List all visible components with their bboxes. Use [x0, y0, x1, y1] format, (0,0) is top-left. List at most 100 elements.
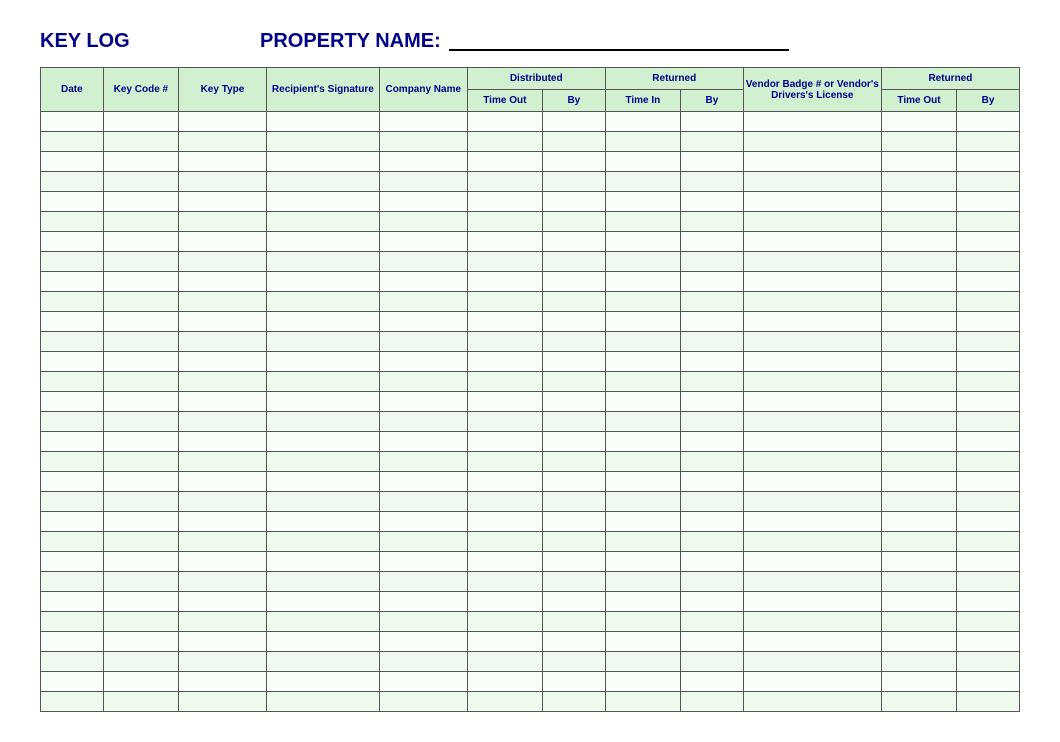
table-cell: [266, 392, 379, 412]
table-cell: [681, 472, 744, 492]
table-cell: [881, 692, 956, 712]
table-row: [41, 572, 1020, 592]
table-cell: [957, 152, 1020, 172]
table-cell: [957, 632, 1020, 652]
table-cell: [179, 352, 267, 372]
key-log-table: Date Key Code # Key Type Recipient's Sig…: [40, 67, 1020, 712]
table-cell: [542, 272, 605, 292]
table-cell: [467, 532, 542, 552]
table-cell: [881, 652, 956, 672]
table-cell: [103, 212, 178, 232]
table-cell: [179, 652, 267, 672]
table-cell: [266, 412, 379, 432]
table-cell: [266, 192, 379, 212]
table-cell: [41, 292, 104, 312]
table-cell: [681, 192, 744, 212]
table-row: [41, 112, 1020, 132]
table-cell: [467, 372, 542, 392]
table-cell: [743, 492, 881, 512]
table-cell: [103, 532, 178, 552]
table-cell: [881, 232, 956, 252]
table-cell: [379, 392, 467, 412]
table-cell: [605, 412, 680, 432]
table-cell: [379, 612, 467, 632]
table-cell: [743, 192, 881, 212]
table-cell: [41, 412, 104, 432]
table-cell: [957, 192, 1020, 212]
table-cell: [743, 532, 881, 552]
table-cell: [179, 252, 267, 272]
table-cell: [542, 392, 605, 412]
table-cell: [266, 112, 379, 132]
col-ret2: Returned: [881, 68, 1019, 90]
table-cell: [542, 552, 605, 572]
table-cell: [605, 632, 680, 652]
table-cell: [379, 652, 467, 672]
table-cell: [41, 572, 104, 592]
table-cell: [743, 412, 881, 432]
table-cell: [179, 592, 267, 612]
table-cell: [379, 172, 467, 192]
table-cell: [467, 252, 542, 272]
table-cell: [881, 572, 956, 592]
table-cell: [743, 652, 881, 672]
table-cell: [743, 452, 881, 472]
table-row: [41, 312, 1020, 332]
table-cell: [681, 312, 744, 332]
table-cell: [379, 372, 467, 392]
table-cell: [41, 552, 104, 572]
table-cell: [103, 372, 178, 392]
table-cell: [179, 452, 267, 472]
table-cell: [743, 272, 881, 292]
table-cell: [881, 332, 956, 352]
table-cell: [103, 572, 178, 592]
table-cell: [542, 332, 605, 352]
table-cell: [881, 152, 956, 172]
table-cell: [266, 332, 379, 352]
table-cell: [379, 352, 467, 372]
table-cell: [605, 332, 680, 352]
table-row: [41, 672, 1020, 692]
table-cell: [542, 472, 605, 492]
table-cell: [542, 152, 605, 172]
page-title: KEY LOG: [40, 30, 260, 53]
table-cell: [379, 492, 467, 512]
table-cell: [957, 692, 1020, 712]
table-cell: [179, 412, 267, 432]
table-cell: [103, 412, 178, 432]
table-cell: [467, 152, 542, 172]
table-cell: [103, 312, 178, 332]
table-cell: [379, 412, 467, 432]
table-cell: [467, 552, 542, 572]
table-cell: [179, 112, 267, 132]
table-cell: [41, 692, 104, 712]
table-cell: [957, 352, 1020, 372]
table-row: [41, 232, 1020, 252]
table-cell: [743, 252, 881, 272]
table-cell: [881, 512, 956, 532]
table-cell: [957, 132, 1020, 152]
table-cell: [542, 512, 605, 532]
table-cell: [743, 212, 881, 232]
table-cell: [957, 492, 1020, 512]
table-cell: [467, 472, 542, 492]
table-cell: [542, 352, 605, 372]
table-cell: [881, 132, 956, 152]
table-cell: [266, 272, 379, 292]
table-header-row-1: Date Key Code # Key Type Recipient's Sig…: [41, 68, 1020, 90]
table-cell: [179, 172, 267, 192]
table-cell: [179, 492, 267, 512]
table-cell: [881, 372, 956, 392]
table-row: [41, 152, 1020, 172]
table-cell: [179, 612, 267, 632]
table-cell: [379, 112, 467, 132]
table-row: [41, 592, 1020, 612]
table-cell: [743, 612, 881, 632]
table-cell: [41, 352, 104, 372]
table-cell: [881, 292, 956, 312]
table-cell: [266, 632, 379, 652]
table-cell: [957, 392, 1020, 412]
table-cell: [542, 112, 605, 132]
table-cell: [103, 192, 178, 212]
table-cell: [103, 392, 178, 412]
